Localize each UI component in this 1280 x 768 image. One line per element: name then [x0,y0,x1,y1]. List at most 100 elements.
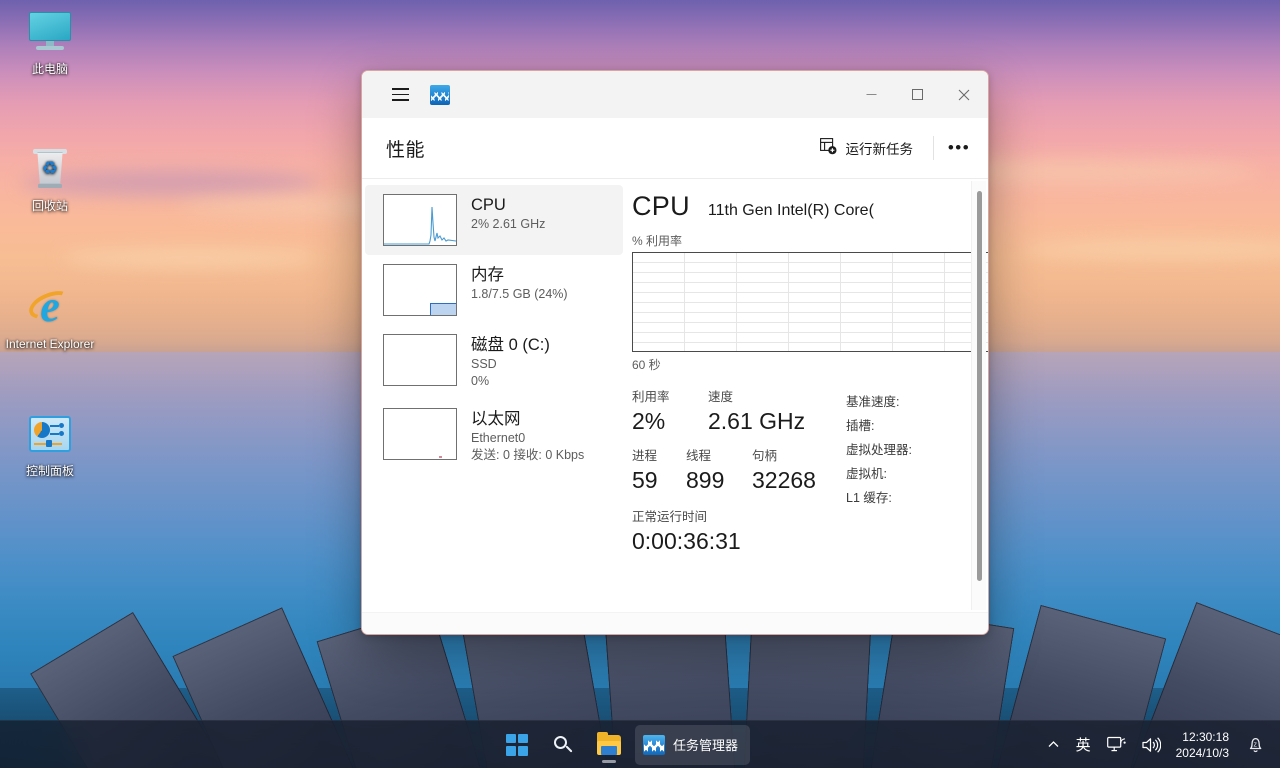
graph-y-axis-label: % 利用率 [632,232,988,249]
window-body: CPU 2% 2.61 GHz 内存 1.8/7.5 GB (24%) [362,179,988,612]
disk-thumbnail-graph [383,334,457,386]
stat-label: 线程 [686,448,752,465]
sidebar-item-name: 磁盘 0 (C:) [471,335,550,356]
sidebar-item-sub2: 0% [471,373,550,390]
cpu-heading: CPU [632,191,690,222]
spec-value [887,462,893,486]
hamburger-menu-icon[interactable] [378,79,422,111]
recycle-bin-icon: ♻ [26,145,74,193]
folder-icon [597,735,621,755]
maximize-button[interactable] [894,71,940,118]
cpu-header: CPU 11th Gen Intel(R) Core( [632,179,988,224]
sidebar-item-text: 内存 1.8/7.5 GB (24%) [471,264,568,303]
close-button[interactable] [940,71,988,118]
ethernet-activity-dot [439,456,442,458]
sidebar-item-text: CPU 2% 2.61 GHz [471,194,545,233]
task-manager-icon [643,735,665,755]
minimize-button[interactable] [848,71,894,118]
spec-row: 虚拟处理器: [846,438,918,462]
stat-utilization: 利用率 2% [632,389,708,437]
stat-row: 进程 59 线程 899 句柄 32268 [632,448,842,496]
taskbar-buttons: 任务管理器 [0,721,1280,768]
desktop-icon-label: Internet Explorer [2,337,98,352]
memory-thumbnail-graph [383,264,457,316]
search-icon [552,734,574,756]
performance-sidebar: CPU 2% 2.61 GHz 内存 1.8/7.5 GB (24%) [362,179,626,612]
search-button[interactable] [543,725,583,765]
cpu-thumbnail-graph [383,194,457,246]
vertical-scrollbar[interactable] [971,181,986,610]
desktop-icon-recycle-bin[interactable]: ♻ 回收站 [2,145,98,214]
spec-value [892,486,898,510]
desktop-icon-this-pc[interactable]: 此电脑 [2,8,98,77]
windows-start-icon [506,734,528,756]
spec-key: 虚拟处理器: [846,438,912,462]
taskbar-item-label: 任务管理器 [673,735,738,754]
stat-value: 2% [632,406,708,437]
cpu-utilization-graph [632,252,988,352]
running-indicator [602,760,616,763]
stat-row: 利用率 2% 速度 2.61 GHz [632,389,842,437]
ethernet-thumbnail-graph [383,408,457,460]
spec-row: 基准速度: [846,390,918,414]
taskbar-item-task-manager[interactable]: 任务管理器 [635,725,750,765]
stat-threads: 线程 899 [686,448,752,496]
sidebar-item-cpu[interactable]: CPU 2% 2.61 GHz [365,185,623,255]
stat-uptime: 正常运行时间 0:00:36:31 [632,509,842,557]
sidebar-item-sub: 2% 2.61 GHz [471,216,545,233]
spec-row: L1 缓存: [846,486,918,510]
new-task-icon [820,138,837,158]
this-pc-icon [26,8,74,56]
cpu-detail-content: CPU 11th Gen Intel(R) Core( % 利用率 [632,179,988,557]
stat-processes: 进程 59 [632,448,686,496]
stat-value: 0:00:36:31 [632,526,842,557]
sidebar-item-disk[interactable]: 磁盘 0 (C:) SSD 0% [365,325,623,399]
desktop-icon-label: 回收站 [2,199,98,214]
spec-row: 插槽: [846,414,918,438]
desktop-icon-control-panel[interactable]: 控制面板 [2,410,98,479]
stat-value: 899 [686,465,752,496]
sidebar-item-memory[interactable]: 内存 1.8/7.5 GB (24%) [365,255,623,325]
sidebar-item-text: 以太网 Ethernet0 发送: 0 接收: 0 Kbps [471,408,584,464]
file-explorer-button[interactable] [589,725,629,765]
cpu-detail-pane: CPU 11th Gen Intel(R) Core( % 利用率 [626,179,988,612]
window-titlebar[interactable] [362,71,988,118]
sidebar-item-text: 磁盘 0 (C:) SSD 0% [471,334,550,390]
spec-key: 虚拟机: [846,462,887,486]
desktop-icon-label: 控制面板 [2,464,98,479]
stat-label: 进程 [632,448,686,465]
run-new-task-button[interactable]: 运行新任务 [810,131,924,165]
stat-label: 速度 [708,389,805,406]
task-manager-window[interactable]: 性能 运行新任务 • [361,70,989,635]
command-bar-actions: 运行新任务 ••• [810,131,977,165]
sidebar-item-name: 以太网 [471,409,584,430]
run-new-task-label: 运行新任务 [846,138,914,158]
cpu-stats-left: 利用率 2% 速度 2.61 GHz 进程 [632,389,842,557]
start-button[interactable] [497,725,537,765]
horizontal-scrollbar[interactable] [362,612,988,634]
spec-key: 基准速度: [846,390,899,414]
spec-value [874,414,880,438]
taskbar[interactable]: 任务管理器 英 [0,720,1280,768]
memory-usage-area [430,303,456,315]
graph-x-axis-label: 60 秒 [632,356,988,373]
sidebar-item-sub: SSD [471,356,550,373]
internet-explorer-icon: e [26,283,74,331]
spec-row: 虚拟机: [846,462,918,486]
vertical-scrollbar-thumb[interactable] [977,191,982,581]
stat-label: 句柄 [752,448,816,465]
sidebar-item-sub2: 发送: 0 接收: 0 Kbps [471,447,584,464]
sidebar-item-name: CPU [471,195,545,216]
window-controls [848,71,988,118]
spec-value [912,438,918,462]
command-bar-divider [933,136,934,160]
sidebar-item-ethernet[interactable]: 以太网 Ethernet0 发送: 0 接收: 0 Kbps [365,399,623,473]
desktop[interactable]: 此电脑 ♻ 回收站 e Internet Explorer 控制面板 [0,0,1280,768]
stat-label: 利用率 [632,389,708,406]
more-options-button[interactable]: ••• [942,133,976,163]
spec-key: 插槽: [846,414,874,438]
spec-value [899,390,905,414]
sidebar-item-name: 内存 [471,265,568,286]
desktop-icon-internet-explorer[interactable]: e Internet Explorer [2,283,98,352]
sidebar-item-sub: 1.8/7.5 GB (24%) [471,286,568,303]
